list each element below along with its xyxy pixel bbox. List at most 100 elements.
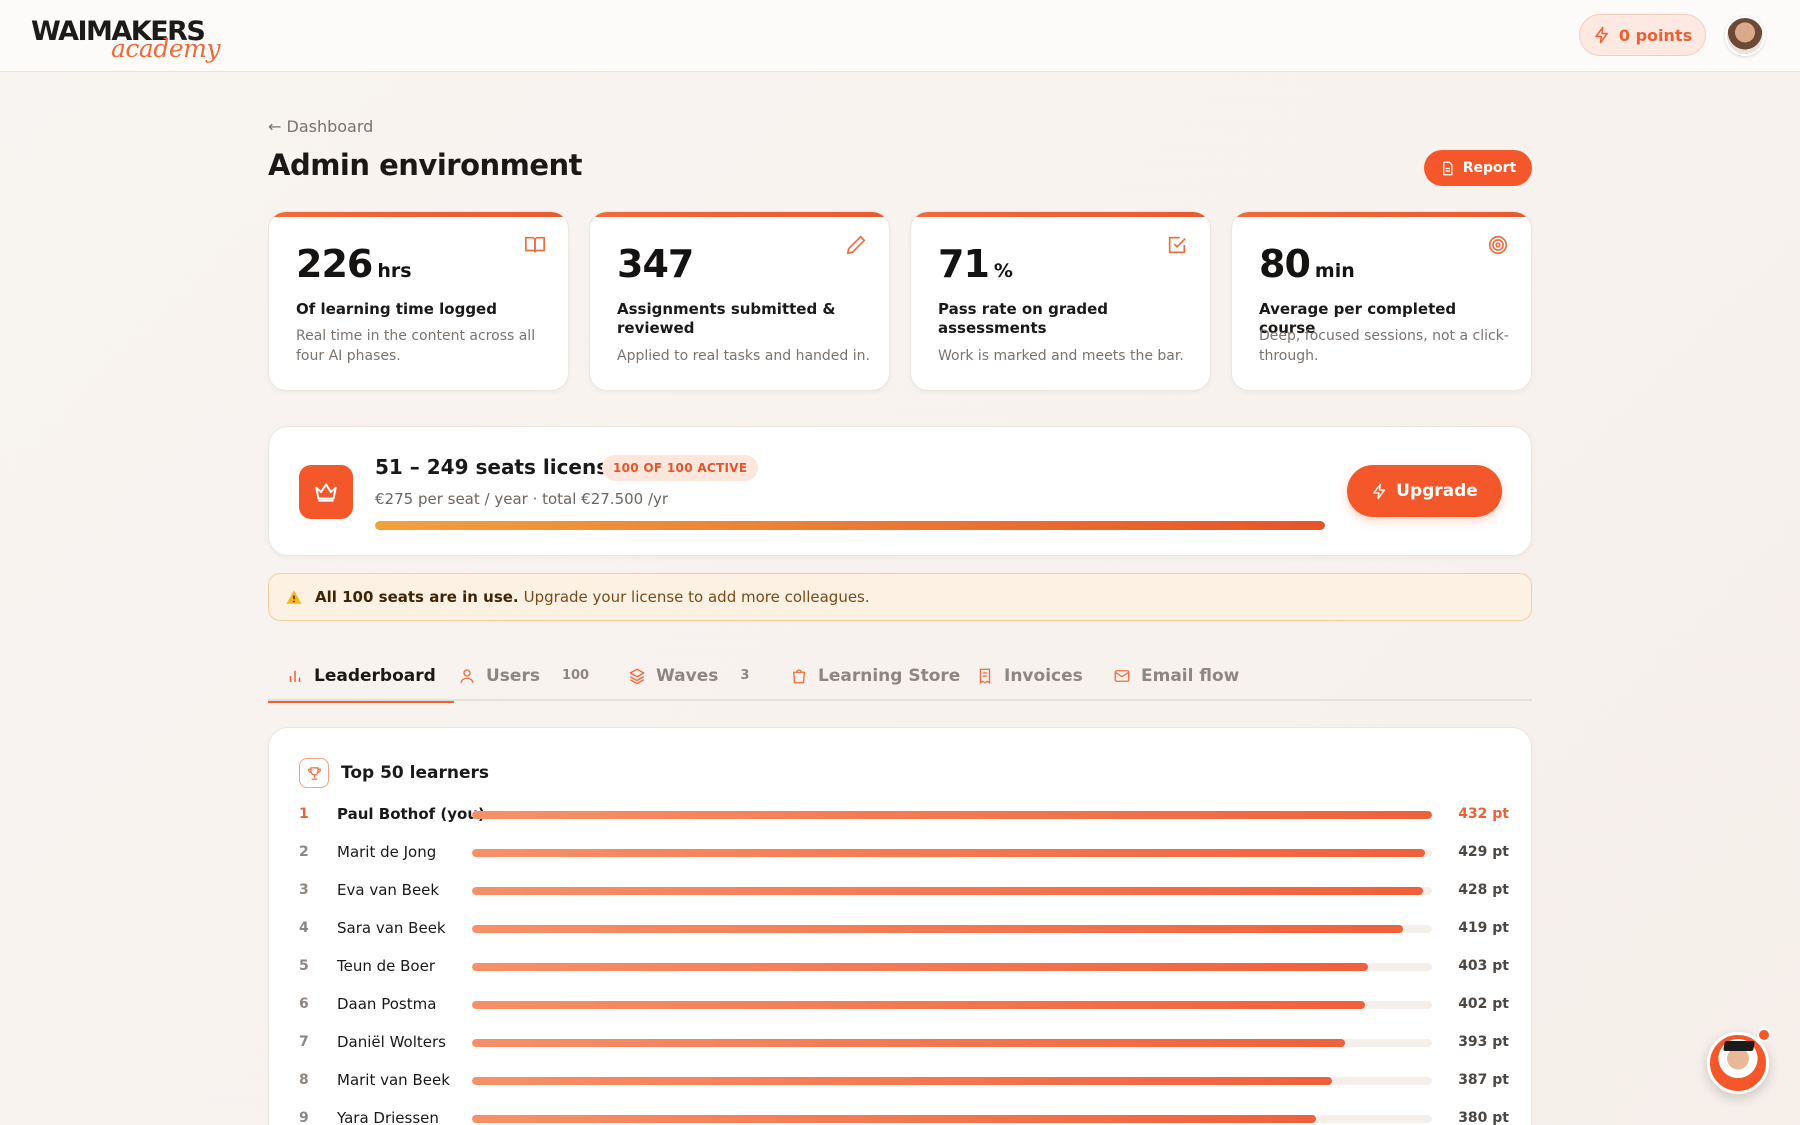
leaderboard-row: 5 Teun de Boer 403 pt: [299, 952, 1509, 982]
tab-label: Email flow: [1141, 665, 1240, 686]
stat-card-average-time: 80 min Average per completed course Deep,…: [1231, 211, 1532, 391]
stat-label: Pass rate on graded assessments: [938, 300, 1108, 337]
points-bar: [472, 1115, 1317, 1123]
top-bar: WAIMAKERS academy 0 points: [0, 0, 1800, 72]
row-learner-name: Daniël Wolters: [337, 1033, 446, 1051]
points-bar-track: [472, 811, 1432, 819]
waimakers-logo[interactable]: WAIMAKERS academy: [31, 14, 220, 64]
tab-learning-store[interactable]: Learning Store: [790, 650, 960, 701]
row-learner-name: Daan Postma: [337, 995, 437, 1013]
license-pricing: €275 per seat / year · total €27.500 /yr: [375, 490, 669, 508]
logo-subwordmark: academy: [111, 34, 220, 63]
tab-count: 3: [740, 668, 750, 683]
points-bar-track: [472, 925, 1432, 933]
tab-label: Users: [486, 665, 540, 686]
assistant-avatar-button[interactable]: [1707, 1032, 1769, 1094]
row-points: 402 pt: [1458, 996, 1509, 1012]
points-bar-track: [472, 1039, 1432, 1047]
pencil-icon: [846, 235, 866, 255]
lightning-icon: [1595, 26, 1608, 44]
crown-icon: [315, 483, 337, 502]
leaderboard-row: 7 Daniël Wolters 393 pt: [299, 1028, 1509, 1058]
row-points: 387 pt: [1458, 1072, 1509, 1088]
report-button[interactable]: Report: [1424, 150, 1532, 186]
stat-card-pass-rate: 71% Pass rate on graded assessments Work…: [910, 211, 1211, 391]
target-icon: [1488, 235, 1508, 255]
user-avatar[interactable]: [1725, 16, 1765, 56]
tab-waves[interactable]: Waves 3: [628, 650, 749, 701]
seats-progress-fill: [375, 521, 1325, 530]
row-learner-name: Eva van Beek: [337, 881, 440, 899]
row-points: 429 pt: [1458, 844, 1509, 860]
stat-label: Assignments submitted & reviewed: [617, 300, 836, 337]
crown-badge: [299, 465, 353, 519]
graduation-cap-icon: [1723, 1041, 1755, 1051]
row-learner-name: Sara van Beek: [337, 919, 446, 937]
points-bar-track: [472, 963, 1432, 971]
points-bar-track: [472, 887, 1432, 895]
row-learner-name: Teun de Boer: [337, 957, 436, 975]
row-rank: 3: [299, 882, 309, 898]
book-icon: [525, 236, 545, 253]
tab-label: Learning Store: [818, 665, 961, 686]
tab-label: Invoices: [1004, 665, 1083, 686]
points-bar-track: [472, 1001, 1432, 1009]
row-points: 432 pt: [1458, 806, 1509, 822]
tab-users[interactable]: Users 100: [458, 650, 589, 701]
tab-leaderboard[interactable]: Leaderboard: [268, 650, 454, 703]
stat-card-learning-time: 226 hrs Of learning time logged Real time…: [268, 211, 569, 391]
trophy-icon: [307, 766, 321, 780]
leaderboard-row: 1 Paul Bothof (you) 432 pt: [299, 800, 1509, 830]
row-points: 419 pt: [1458, 920, 1509, 936]
row-points: 380 pt: [1458, 1110, 1509, 1125]
check-square-icon: [1168, 236, 1186, 254]
leaderboard-row: 3 Eva van Beek 428 pt: [299, 876, 1509, 906]
leaderboard-row: 6 Daan Postma 402 pt: [299, 990, 1509, 1020]
leaderboard-title: Top 50 learners: [341, 763, 490, 783]
points-badge[interactable]: 0 points: [1579, 14, 1706, 56]
license-card: 51 – 249 seats license 100 OF 100 ACTIVE…: [268, 426, 1532, 556]
seats-active-badge: 100 OF 100 ACTIVE: [602, 455, 759, 481]
alert-bold-text: All 100 seats are in use.: [315, 588, 519, 606]
admin-tabs: Leaderboard Users 100 Waves 3 Learning S…: [268, 650, 1532, 703]
row-rank: 9: [299, 1110, 309, 1125]
document-icon: [1442, 161, 1453, 175]
back-to-dashboard-link[interactable]: ← Dashboard: [268, 117, 373, 136]
row-learner-name: Paul Bothof (you): [337, 805, 485, 823]
upgrade-button[interactable]: Upgrade: [1347, 465, 1502, 517]
points-bar: [472, 1001, 1366, 1009]
stat-description: Deep, focused sessions, not a click-thro…: [1259, 328, 1509, 364]
tab-label: Waves: [656, 665, 719, 686]
stat-description: Work is marked and meets the bar.: [938, 348, 1184, 364]
points-bar-track: [472, 849, 1432, 857]
stat-value: 347: [617, 242, 694, 286]
points-bar: [472, 1039, 1346, 1047]
upgrade-label: Upgrade: [1396, 481, 1478, 501]
leaderboard-row: 4 Sara van Beek 419 pt: [299, 914, 1509, 944]
receipt-icon: [979, 668, 991, 684]
row-learner-name: Marit van Beek: [337, 1071, 450, 1089]
tab-label: Leaderboard: [314, 665, 436, 686]
layers-icon: [629, 668, 645, 684]
row-points: 403 pt: [1458, 958, 1509, 974]
page-title: Admin environment: [268, 148, 583, 182]
points-bar: [472, 887, 1424, 895]
leaderboard-row: 9 Yara Driessen 380 pt: [299, 1104, 1509, 1125]
tab-email-flow[interactable]: Email flow: [1113, 650, 1239, 701]
points-bar: [472, 849, 1426, 857]
leaderboard-row: 2 Marit de Jong 429 pt: [299, 838, 1509, 868]
report-label: Report: [1462, 160, 1517, 176]
row-rank: 6: [299, 996, 309, 1012]
lightning-icon: [1373, 483, 1386, 499]
bar-chart-icon: [289, 670, 301, 682]
points-bar: [472, 811, 1432, 819]
row-rank: 1: [299, 806, 309, 822]
points-bar: [472, 925, 1404, 933]
tab-count: 100: [561, 668, 590, 683]
points-bar-track: [472, 1077, 1432, 1085]
row-points: 393 pt: [1458, 1034, 1509, 1050]
tab-invoices[interactable]: Invoices: [976, 650, 1083, 701]
license-title: 51 – 249 seats license: [375, 455, 622, 479]
points-bar: [472, 963, 1368, 971]
trophy-badge: [299, 758, 329, 788]
